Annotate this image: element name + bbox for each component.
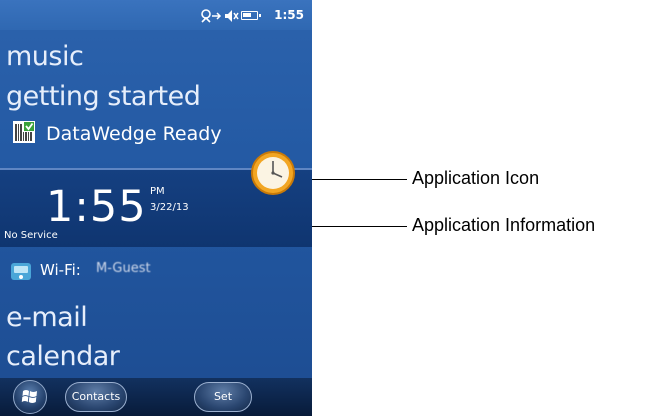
speaker-muted-icon[interactable] <box>224 9 240 26</box>
start-button[interactable] <box>13 380 47 414</box>
clock-time: 1:55 <box>46 182 147 232</box>
bottom-bar: Contacts Set <box>0 378 312 416</box>
wifi-ssid: M-Guest <box>96 261 151 276</box>
calendar-item[interactable]: calendar <box>6 341 120 373</box>
email-item[interactable]: e-mail <box>6 302 88 334</box>
contacts-button[interactable]: Contacts <box>65 382 127 412</box>
wifi-icon <box>11 263 31 280</box>
getting-started-item[interactable]: getting started <box>6 81 201 113</box>
windows-logo-icon <box>21 390 37 403</box>
battery-icon[interactable] <box>241 11 261 20</box>
application-icon-callout: Application Icon <box>412 168 540 188</box>
wifi-label: Wi-Fi: <box>40 261 81 279</box>
datawedge-label: DataWedge Ready <box>46 123 222 145</box>
application-icon-callout-line <box>312 179 407 180</box>
music-item[interactable]: music <box>6 41 84 73</box>
carrier-status: No Service <box>4 230 58 241</box>
clock-icon[interactable] <box>250 150 296 196</box>
set-button[interactable]: Set <box>194 382 252 412</box>
application-information-callout: Application Information <box>412 215 596 235</box>
clock-ampm: PM <box>150 186 165 197</box>
status-bar: 1:55 <box>0 0 312 30</box>
clock-date: 3/22/13 <box>150 202 189 213</box>
datawedge-icon <box>13 121 35 143</box>
phone-screen: 1:55 music getting started DataWedge Rea… <box>0 0 312 416</box>
status-time[interactable]: 1:55 <box>274 8 304 22</box>
connectivity-icon[interactable] <box>200 9 222 26</box>
application-information-callout-line <box>312 226 407 227</box>
